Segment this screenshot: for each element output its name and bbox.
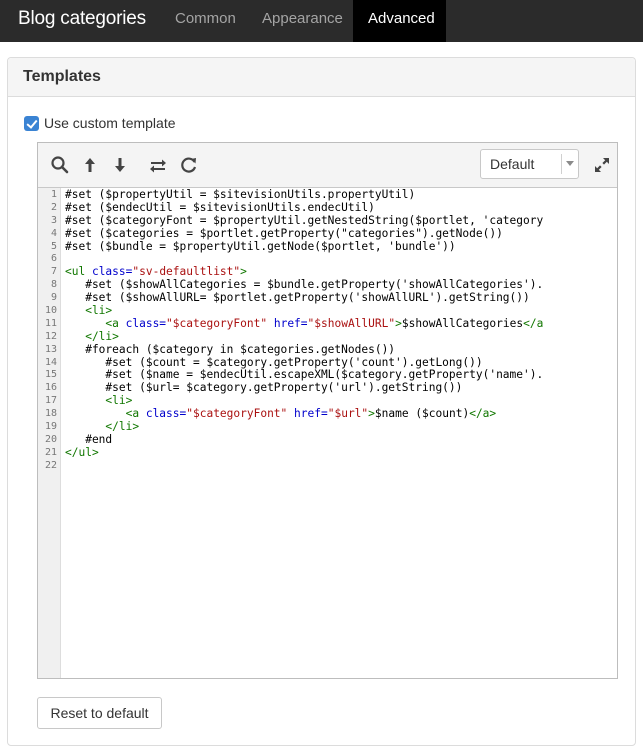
line-number: 19 [44, 421, 57, 433]
line-number-gutter: 1 2 3 4 5 6 7 8 9 10 11 12 13 14 15 16 17 18 19 20 21 22 [38, 188, 61, 678]
app-title: Blog categories [18, 8, 146, 29]
chevron-down-icon [566, 161, 574, 166]
code-token: #end [65, 432, 113, 446]
code-token: class= [125, 316, 167, 330]
line-number: 8 [50, 279, 57, 291]
line-number: 21 [44, 446, 57, 458]
code-line: #end [65, 432, 617, 447]
line-number: 10 [44, 305, 57, 317]
code-token: </li> [65, 329, 119, 343]
code-token: <ul [65, 265, 92, 279]
line-number: 2 [50, 201, 57, 213]
replace-icon[interactable] [148, 155, 168, 175]
code-token: #set ($showAllURL= $portlet.getProperty(… [65, 291, 530, 305]
templates-panel: Templates Use custom template Default 1 … [7, 57, 636, 746]
code-token: </li> [65, 420, 140, 434]
code-token: #set ($bundle = $propertyUtil.getNode($p… [65, 239, 456, 253]
code-token: href= [273, 316, 308, 330]
code-token: #set ($showAllCategories = $bundle.getPr… [65, 278, 544, 292]
code-line: #set ($url= $category.getProperty('url')… [65, 381, 617, 395]
line-number: 12 [44, 330, 57, 342]
line-number: 6 [50, 253, 57, 265]
search-icon[interactable] [50, 155, 70, 175]
editor-toolbar: Default [38, 143, 617, 188]
code-token: "$categoryFont" [166, 316, 268, 330]
line-number: 14 [44, 356, 57, 368]
line-number: 17 [44, 395, 57, 407]
panel-title: Templates [23, 68, 101, 85]
code-area[interactable]: 1 2 3 4 5 6 7 8 9 10 11 12 13 14 15 16 17 18 19 20 21 22 #set… [38, 188, 617, 678]
line-number: 7 [50, 266, 57, 278]
code-token: <a [65, 407, 146, 421]
line-number: 5 [50, 240, 57, 252]
code-token: <a [65, 316, 126, 330]
line-number: 9 [50, 292, 57, 304]
theme-select[interactable]: Default [480, 149, 579, 179]
line-number: 13 [44, 343, 57, 355]
tab-appearance[interactable]: Appearance [247, 0, 358, 42]
code-token: class= [145, 407, 187, 421]
code-content[interactable]: #set ($propertyUtil = $sitevisionUtils.p… [61, 188, 617, 678]
code-token: class= [91, 265, 133, 279]
code-token: #foreach ($category in $categories.getNo… [65, 342, 396, 356]
code-line: #set ($showAllURL= $portlet.getProperty(… [65, 291, 617, 305]
code-token: <li> [65, 304, 113, 318]
code-token: #set ($url= $category.getProperty('url')… [65, 381, 463, 395]
code-token: #set ($count = $category.getProperty('co… [65, 355, 483, 369]
code-line: <a class="$categoryFont" href="$showAllU… [65, 316, 617, 331]
code-line: <a class="$categoryFont" href="$url">$na… [65, 407, 617, 421]
tab-common[interactable]: Common [160, 0, 251, 42]
code-token: #set ($endecUtil = $sitevisionUtils.ende… [65, 200, 375, 214]
code-token: </a> [469, 407, 497, 421]
top-navigation-bar: Blog categories Common Appearance Advanc… [0, 0, 643, 42]
template-code-editor: Default 1 2 3 4 5 6 7 8 9 10 11 12 13 14 15 16 17 18 19 20 2… [37, 142, 618, 679]
code-token: "$categoryFont" [186, 407, 288, 421]
code-line: </li> [65, 420, 617, 434]
line-number: 4 [50, 227, 57, 239]
select-divider [561, 154, 562, 174]
code-token: #set ($propertyUtil = $sitevisionUtils.p… [65, 188, 416, 201]
code-token: $showAllCategories [401, 316, 524, 330]
code-token: </a [523, 316, 544, 330]
code-line: #set ($bundle = $propertyUtil.getNode($p… [65, 239, 617, 254]
expand-icon[interactable] [593, 156, 611, 174]
line-number: 20 [44, 433, 57, 445]
code-token: #set ($categories = $portlet.getProperty… [65, 226, 503, 240]
refresh-icon[interactable] [179, 155, 199, 175]
panel-header: Templates [8, 58, 635, 97]
tab-advanced[interactable]: Advanced [353, 0, 446, 42]
line-number: 16 [44, 382, 57, 394]
code-token: href= [294, 407, 328, 421]
reset-to-default-button[interactable]: Reset to default [37, 697, 162, 729]
code-token: > [368, 407, 375, 421]
code-token: #set ($categoryFont = $propertyUtil.getN… [65, 213, 544, 227]
line-number: 15 [44, 369, 57, 381]
theme-select-value: Default [490, 156, 535, 172]
use-custom-template-checkbox-row[interactable]: Use custom template [24, 114, 176, 132]
line-number: 11 [44, 317, 57, 329]
line-number: 18 [44, 408, 57, 420]
arrow-up-icon[interactable] [80, 155, 100, 175]
use-custom-template-label[interactable]: Use custom template [44, 115, 176, 131]
line-number: 22 [44, 459, 57, 471]
code-token: <li> [65, 394, 133, 408]
code-token: $name ($count) [374, 407, 470, 421]
arrow-down-icon[interactable] [110, 155, 130, 175]
code-line: </ul> [65, 445, 617, 460]
code-token: > [240, 265, 247, 279]
line-number: 3 [50, 214, 57, 226]
code-token: "sv-defaultlist" [132, 265, 241, 279]
code-token: "$url" [327, 407, 369, 421]
use-custom-template-checkbox[interactable] [24, 115, 39, 131]
code-token: "$showAllURL" [307, 316, 396, 330]
code-token: </ul> [65, 445, 99, 459]
code-token: > [395, 316, 402, 330]
line-number: 1 [50, 189, 57, 200]
code-token: #set ($name = $endecUtil.escapeXML($cate… [65, 368, 544, 382]
